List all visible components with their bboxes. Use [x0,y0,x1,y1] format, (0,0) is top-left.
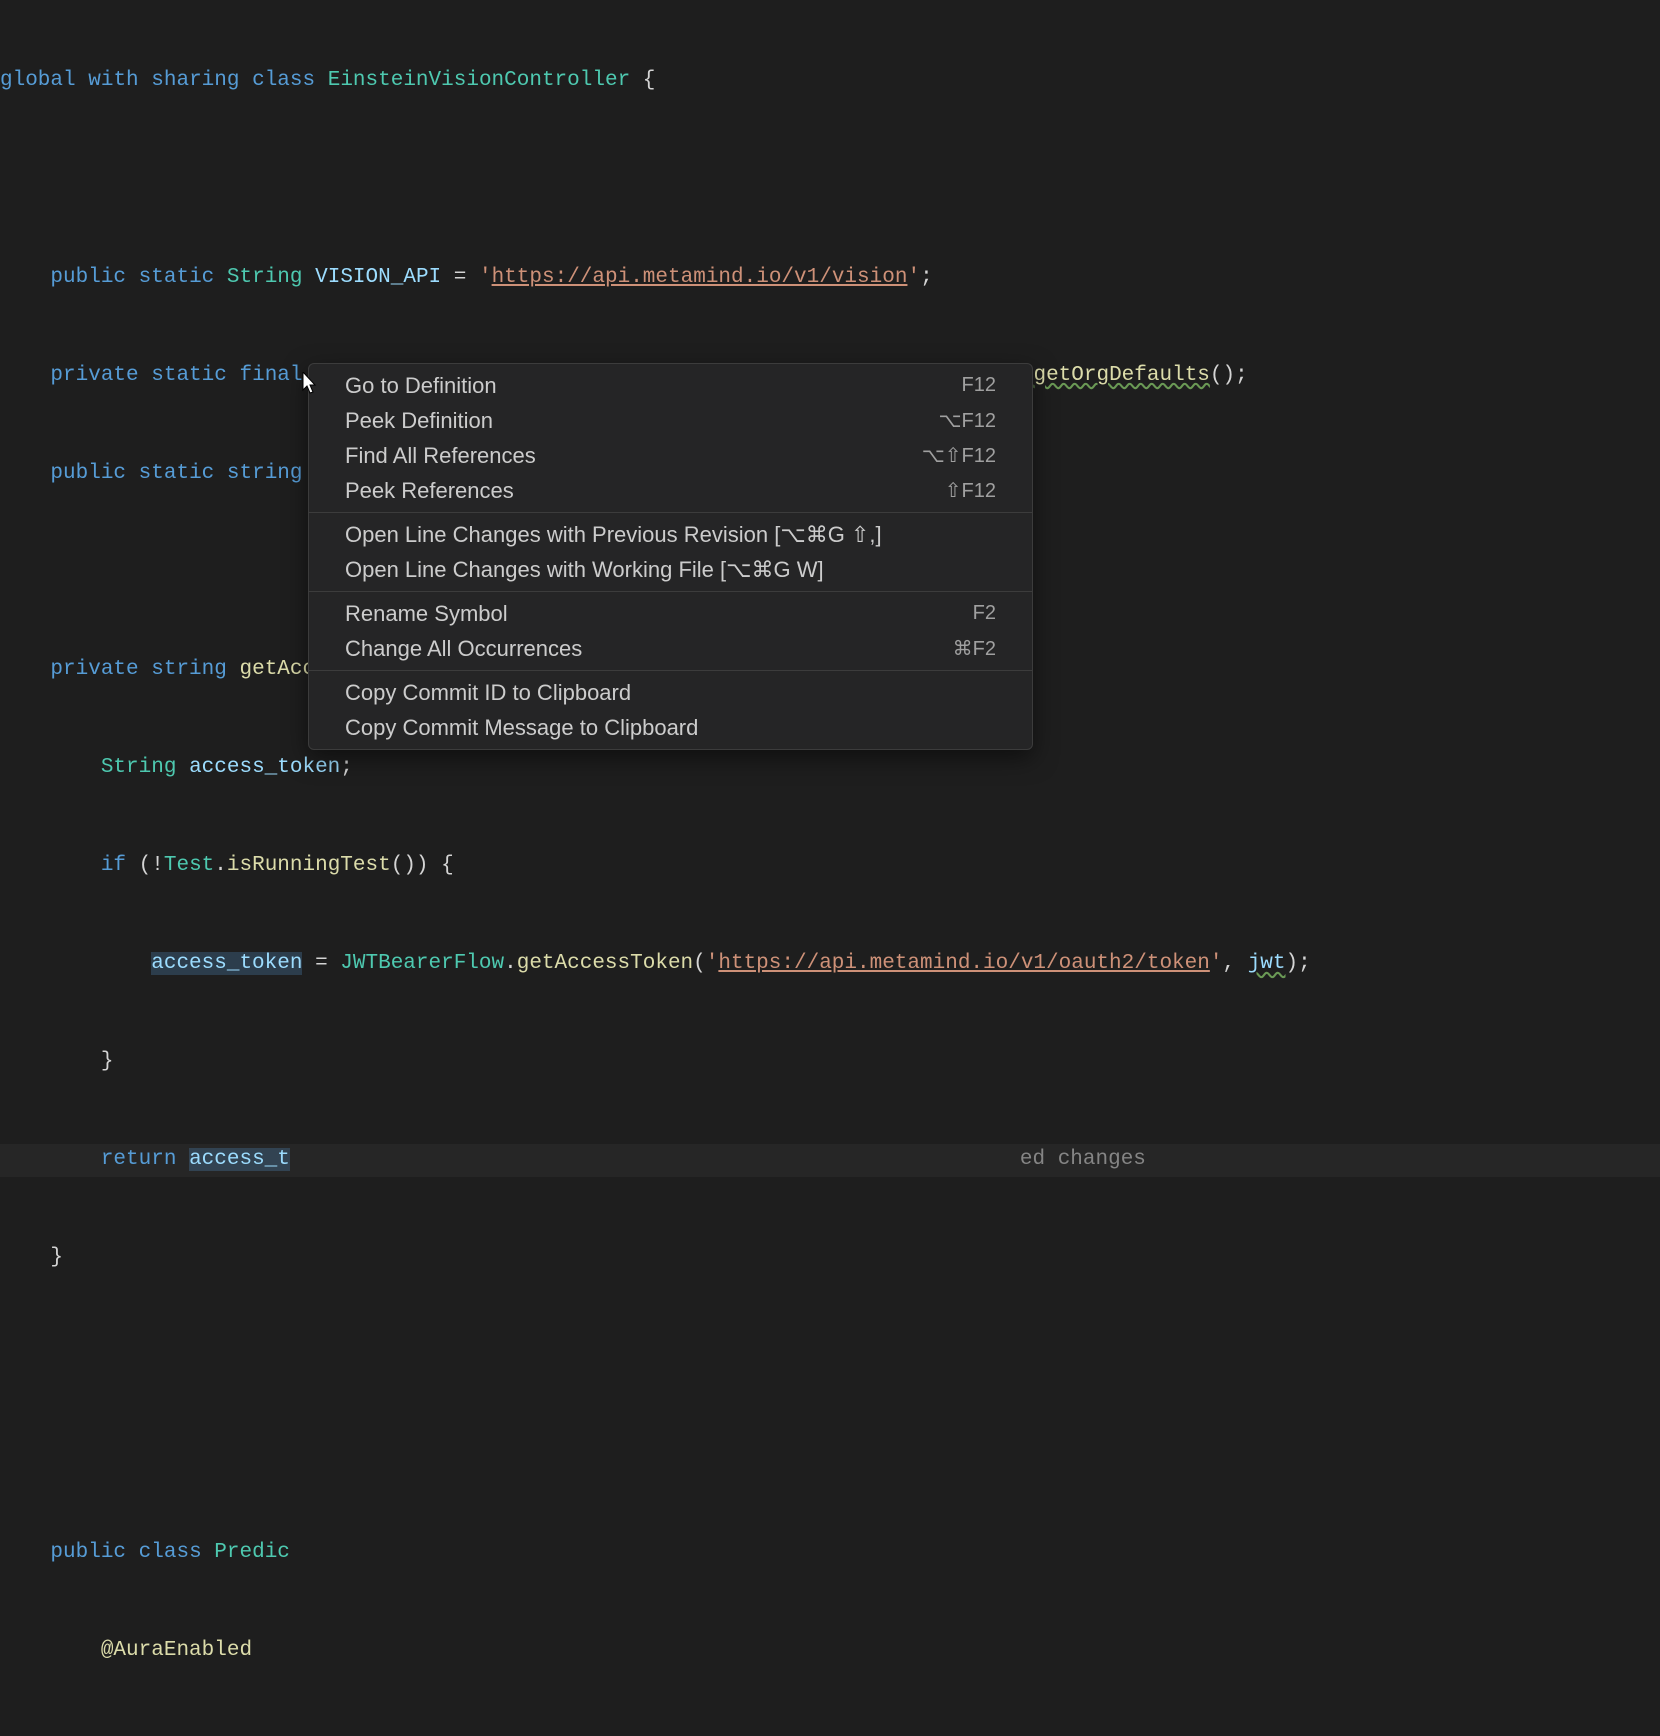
menu-item-shortcut: F2 [973,602,996,625]
menu-item-label: Peek References [345,478,514,504]
code-line[interactable] [0,163,1660,196]
code-line[interactable]: } [0,1242,1660,1275]
codelens-text: ed changes [1020,1144,1146,1177]
menu-item-label: Open Line Changes with Previous Revision… [345,522,882,548]
menu-item-shortcut: ⌘F2 [953,636,996,661]
menu-item-rename-symbol[interactable]: Rename Symbol F2 [309,596,1032,631]
menu-item-find-all-references[interactable]: Find All References ⌥⇧F12 [309,438,1032,473]
code-line[interactable]: public static String VISION_API = 'https… [0,261,1660,294]
code-line[interactable]: String access_token; [0,752,1660,785]
code-line[interactable]: public class Predic [0,1537,1660,1570]
menu-item-label: Copy Commit Message to Clipboard [345,715,698,741]
code-line[interactable]: access_token = JWTBearerFlow.getAccessTo… [0,948,1660,981]
menu-item-label: Change All Occurrences [345,636,582,662]
menu-item-shortcut: ⌥F12 [938,408,996,433]
context-menu: Go to Definition F12 Peek Definition ⌥F1… [308,363,1033,750]
menu-item-shortcut: F12 [962,374,996,397]
menu-item-open-line-changes-working[interactable]: Open Line Changes with Working File [⌥⌘G… [309,552,1032,587]
menu-item-shortcut: ⌥⇧F12 [922,443,996,468]
code-line[interactable] [0,1438,1660,1471]
menu-separator [309,512,1032,513]
menu-item-label: Open Line Changes with Working File [⌥⌘G… [345,557,824,583]
code-line[interactable]: } [0,1046,1660,1079]
code-line[interactable]: global with sharing class EinsteinVision… [0,65,1660,98]
menu-item-label: Go to Definition [345,373,497,399]
menu-item-label: Copy Commit ID to Clipboard [345,680,631,706]
menu-item-peek-definition[interactable]: Peek Definition ⌥F12 [309,403,1032,438]
menu-item-change-all-occurrences[interactable]: Change All Occurrences ⌘F2 [309,631,1032,666]
code-line[interactable] [0,1340,1660,1373]
menu-item-label: Peek Definition [345,408,493,434]
menu-item-copy-commit-message[interactable]: Copy Commit Message to Clipboard [309,710,1032,745]
menu-item-shortcut: ⇧F12 [945,478,996,503]
code-line[interactable]: if (!Test.isRunningTest()) { [0,850,1660,883]
menu-item-peek-references[interactable]: Peek References ⇧F12 [309,473,1032,508]
menu-separator [309,591,1032,592]
menu-item-open-line-changes-previous[interactable]: Open Line Changes with Previous Revision… [309,517,1032,552]
code-editor[interactable]: global with sharing class EinsteinVision… [0,0,1660,1736]
menu-item-go-to-definition[interactable]: Go to Definition F12 [309,368,1032,403]
menu-separator [309,670,1032,671]
menu-item-label: Find All References [345,443,536,469]
code-line[interactable]: @AuraEnabled [0,1635,1660,1668]
menu-item-label: Rename Symbol [345,601,508,627]
code-line[interactable]: public String l [0,1733,1660,1736]
code-line[interactable]: return access_ted changes [0,1144,1660,1177]
menu-item-copy-commit-id[interactable]: Copy Commit ID to Clipboard [309,675,1032,710]
